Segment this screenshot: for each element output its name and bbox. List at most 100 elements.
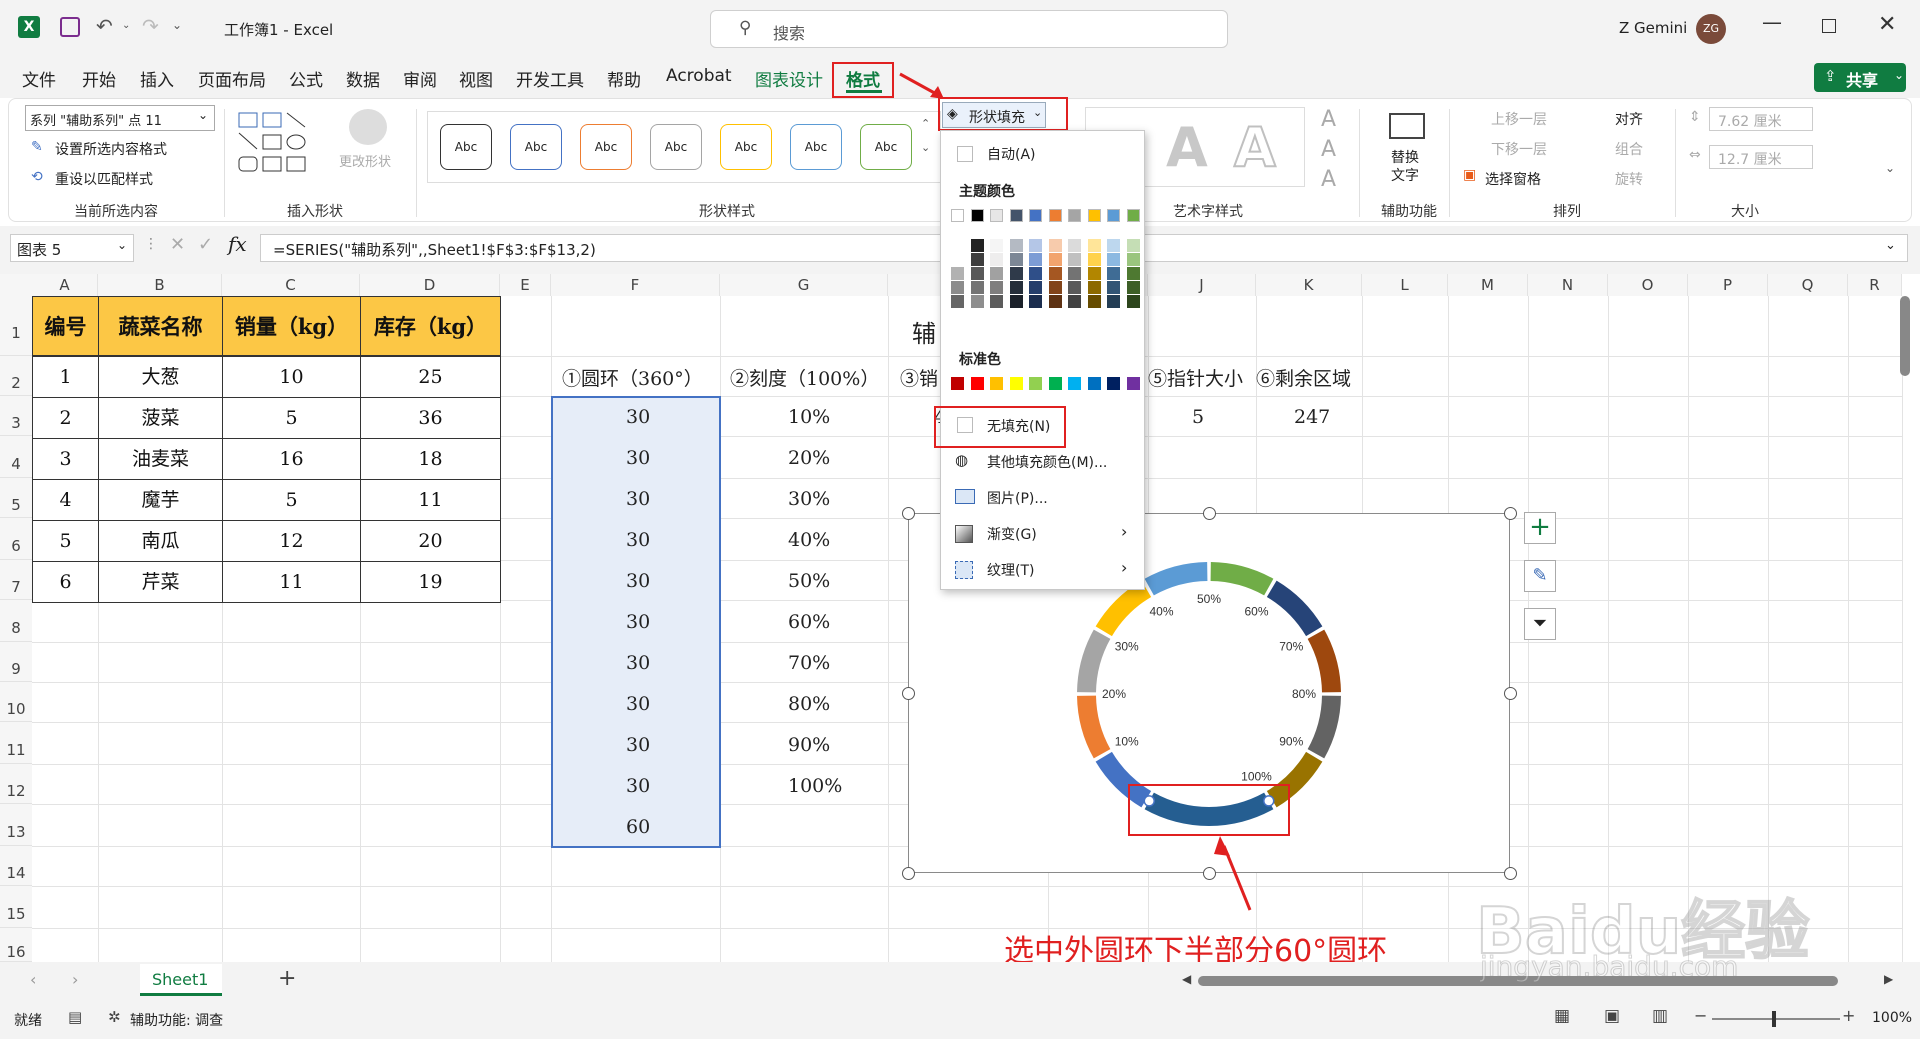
theme-shade-swatch[interactable]	[1029, 295, 1042, 308]
hscroll-right-icon[interactable]: ▶	[1884, 972, 1893, 986]
sheet-tab-sheet1[interactable]: Sheet1	[140, 964, 222, 996]
tab-view[interactable]: 视图	[459, 66, 493, 91]
theme-shade-swatch[interactable]	[1087, 281, 1101, 294]
name-box[interactable]: 图表 5 ⌄	[10, 234, 134, 262]
vertical-scrollbar[interactable]	[1900, 296, 1910, 376]
table-cell[interactable]: 5	[32, 520, 99, 562]
table-cell[interactable]: 36	[360, 397, 501, 439]
cell-g-value[interactable]: 20%	[788, 447, 830, 469]
resize-handle[interactable]	[902, 687, 915, 700]
theme-color-swatch[interactable]	[1029, 209, 1042, 222]
tab-chart-design[interactable]: 图表设计	[755, 66, 823, 91]
chart-elements-plus-icon[interactable]: +	[1524, 512, 1556, 544]
expand-formula-icon[interactable]: ⌄	[1885, 238, 1896, 253]
row-header[interactable]: 13	[0, 804, 32, 846]
shape-style-swatch[interactable]: Abc	[510, 124, 562, 170]
resize-handle[interactable]	[1504, 507, 1517, 520]
hscroll-left-icon[interactable]: ◀	[1182, 972, 1191, 986]
theme-color-swatch[interactable]	[1107, 209, 1120, 222]
theme-shade-swatch[interactable]	[1068, 267, 1081, 280]
table-cell[interactable]: 18	[360, 438, 501, 480]
theme-shade-swatch[interactable]	[1107, 239, 1120, 252]
height-input[interactable]: 7.62 厘米	[1709, 107, 1813, 131]
zoom-slider-thumb[interactable]	[1772, 1011, 1776, 1027]
theme-shade-swatch[interactable]	[951, 253, 964, 266]
column-header[interactable]: A	[32, 274, 98, 296]
cell-g-value[interactable]: 80%	[788, 693, 830, 715]
tab-acrobat[interactable]: Acrobat	[666, 66, 732, 86]
tab-review[interactable]: 审阅	[403, 66, 437, 91]
table-cell[interactable]: 2	[32, 397, 99, 439]
theme-shade-swatch[interactable]	[1087, 253, 1101, 266]
cell-g-value[interactable]: 100%	[788, 775, 842, 797]
width-input[interactable]: 12.7 厘米	[1709, 145, 1813, 169]
standard-color-swatch[interactable]	[970, 377, 984, 390]
cell-f-value[interactable]: 60	[626, 816, 650, 838]
tab-formulas[interactable]: 公式	[289, 66, 323, 91]
cell-g-value[interactable]: 90%	[788, 734, 830, 756]
column-header[interactable]: K	[1256, 274, 1362, 296]
table-cell[interactable]: 1	[32, 356, 99, 398]
menu-item-auto[interactable]: 自动(A)	[941, 137, 1146, 169]
align-button[interactable]: 对齐	[1615, 109, 1643, 129]
column-header[interactable]: L	[1362, 274, 1448, 296]
row-header[interactable]: 7	[0, 560, 32, 600]
shape-style-swatch[interactable]: Abc	[580, 124, 632, 170]
table-cell[interactable]: 5	[222, 397, 361, 439]
accessibility-icon[interactable]: ✲	[108, 1008, 121, 1026]
zoom-out-icon[interactable]: −	[1694, 1006, 1707, 1025]
table-cell[interactable]: 大葱	[98, 356, 223, 398]
standard-color-swatch[interactable]	[1087, 377, 1101, 390]
table-cell[interactable]: 4	[32, 479, 99, 521]
column-header[interactable]: Q	[1768, 274, 1848, 296]
change-shape-button[interactable]: 更改形状	[339, 151, 391, 170]
table-cell[interactable]: 11	[222, 561, 361, 603]
column-header[interactable]: D	[360, 274, 500, 296]
table-cell[interactable]: 12	[222, 520, 361, 562]
redo-icon[interactable]: ↷	[142, 14, 159, 38]
cell-g-value[interactable]: 60%	[788, 611, 830, 633]
table-cell[interactable]: 芹菜	[98, 561, 223, 603]
zoom-in-icon[interactable]: +	[1842, 1006, 1855, 1025]
cell-k3[interactable]: 247	[1294, 406, 1330, 428]
theme-color-swatch[interactable]	[970, 209, 984, 222]
standard-color-swatch[interactable]	[951, 377, 964, 390]
table-cell[interactable]: 菠菜	[98, 397, 223, 439]
menu-item-picture[interactable]: 图片(P)...	[941, 481, 1146, 513]
table-header-cell[interactable]: 库存（kg）	[360, 296, 501, 356]
shape-styles-gallery[interactable]: Abc Abc Abc Abc Abc Abc Abc	[427, 111, 941, 183]
table-cell[interactable]: 油麦菜	[98, 438, 223, 480]
cell-g2[interactable]: ②刻度（100%）	[730, 364, 879, 391]
theme-shade-swatch[interactable]	[1068, 239, 1081, 252]
cell-f2[interactable]: ①圆环（360°）	[562, 364, 703, 391]
enter-icon[interactable]: ✓	[198, 234, 213, 255]
table-cell[interactable]: 19	[360, 561, 501, 603]
tab-help[interactable]: 帮助	[607, 66, 641, 91]
alt-text-line2[interactable]: 文字	[1391, 165, 1419, 185]
save-icon[interactable]	[60, 17, 80, 37]
cell-g-value[interactable]: 30%	[788, 488, 830, 510]
theme-color-swatch[interactable]	[1087, 209, 1101, 222]
alt-text-line1[interactable]: 替换	[1391, 147, 1419, 167]
theme-shade-swatch[interactable]	[1126, 281, 1140, 294]
macro-record-icon[interactable]: ▤	[68, 1008, 82, 1026]
theme-shade-swatch[interactable]	[1009, 267, 1023, 280]
theme-shade-swatch[interactable]	[990, 253, 1003, 266]
row-header[interactable]: 10	[0, 682, 32, 722]
resize-handle[interactable]	[902, 867, 915, 880]
theme-shade-swatch[interactable]	[1126, 295, 1140, 308]
tab-page-layout[interactable]: 页面布局	[198, 66, 266, 91]
insert-function-icon[interactable]: fx	[228, 232, 247, 256]
column-header[interactable]: P	[1688, 274, 1768, 296]
cell-f-value[interactable]: 30	[626, 447, 650, 469]
table-cell[interactable]: 3	[32, 438, 99, 480]
theme-shade-swatch[interactable]	[970, 295, 984, 308]
text-effects-icon[interactable]: A	[1321, 167, 1336, 192]
undo-dropdown-icon[interactable]: ⌄	[122, 20, 130, 31]
minimize-icon[interactable]: —	[1762, 10, 1782, 34]
row-header[interactable]: 2	[0, 356, 32, 396]
shape-style-swatch[interactable]: Abc	[860, 124, 912, 170]
add-sheet-icon[interactable]: +	[278, 966, 296, 991]
theme-shade-swatch[interactable]	[990, 267, 1003, 280]
reset-style-button[interactable]: 重设以匹配样式	[55, 169, 153, 189]
